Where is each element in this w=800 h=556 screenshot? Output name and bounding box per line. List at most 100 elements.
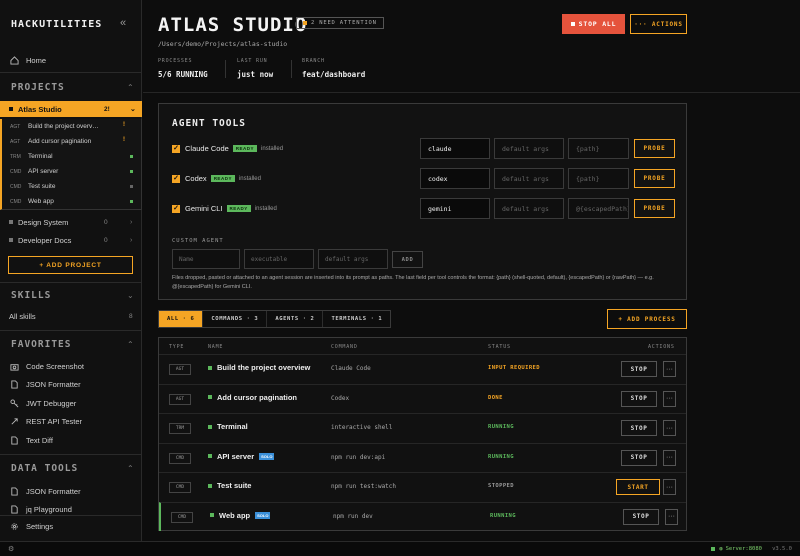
stop-button[interactable]: STOP [621,390,657,407]
projects-heading: PROJECTS [11,82,65,93]
document-icon [9,504,19,514]
start-button[interactable]: START [616,479,660,495]
more-options-button[interactable]: ··· [665,508,678,525]
sidebar-item-label: All skills [9,311,36,321]
chevron-up-icon[interactable]: ⌃ [127,464,134,473]
actions-button[interactable]: ··· ACTIONS [630,14,687,34]
process-name-label: Add cursor pagination [217,392,298,402]
checkbox-codex[interactable]: ✓ [172,175,180,183]
sidebar-item-home[interactable]: Home [0,52,142,68]
table-row[interactable]: AGT Add cursor pagination Codex DONE STOP ··· [159,383,686,413]
command-field[interactable]: codex [420,168,490,189]
args-field[interactable]: default args [494,168,564,189]
checkbox-claude-code[interactable]: ✓ [172,145,180,153]
more-options-button[interactable]: ··· [663,420,676,436]
sidebar: HACKUTILITIES « Home PROJECTS ⌃ Atlas St… [0,0,142,541]
table-row[interactable]: AGT Build the project overview Claude Code… [159,354,686,383]
path-format-field[interactable]: {path} [568,168,629,189]
add-process-button[interactable]: + ADD PROCESS [607,309,687,329]
sidebar-item-label: Home [26,55,47,65]
sidebar-item-text-diff[interactable]: Text Diff [0,432,142,448]
process-command: npm run test:watch [331,483,397,490]
table-row[interactable]: TRM Terminal interactive shell RUNNING STOP ·… [159,413,686,442]
sidebar-item-code-screenshot[interactable]: Code Screenshot [0,358,142,374]
chevron-right-icon[interactable]: › [130,237,132,244]
stop-button[interactable]: STOP [621,449,657,466]
tab-agents[interactable]: AGENTS · 2 [267,311,324,327]
probe-button[interactable]: PROBE [634,139,675,158]
more-options-button[interactable]: ··· [663,479,676,495]
custom-agent-heading: CUSTOM AGENT [172,238,224,244]
stop-all-button[interactable]: STOP ALL [562,14,625,34]
custom-name-field[interactable]: Name [172,249,240,269]
stop-button[interactable]: STOP [621,361,657,377]
meta-label: BRANCH [302,58,325,64]
stop-button[interactable]: STOP [621,420,657,436]
more-options-button[interactable]: ··· [663,449,676,466]
command-field[interactable]: claude [420,138,490,159]
process-name: API server SOLO [208,452,275,461]
path-format-field[interactable]: @{escapedPath} [568,198,629,219]
sidebar-item-all-skills[interactable]: All skills 8 [0,308,142,324]
add-custom-agent-button[interactable]: ADD [392,251,423,268]
table-row[interactable]: CMD Web app SOLO npm run dev RUNNING STOP ··· [159,501,686,531]
divider [291,60,292,78]
settings-icon[interactable]: ⚙ [8,545,14,553]
process-item[interactable]: TRM Terminal [2,149,144,164]
tab-commands[interactable]: COMMANDS · 3 [203,311,268,327]
collapse-sidebar-icon[interactable]: « [120,17,126,29]
more-options-button[interactable]: ··· [663,361,676,377]
chevron-up-icon[interactable]: ⌃ [127,83,134,92]
page-title: ATLAS STUDIO [158,14,308,36]
project-atlas-studio[interactable]: Atlas Studio 2! ⌄ [0,101,142,117]
path-format-field[interactable]: {path} [568,138,629,159]
process-item[interactable]: CMD Test suite [2,179,144,194]
process-item[interactable]: CMD Web app [2,194,144,209]
sidebar-item-json-formatter[interactable]: JSON Formatter [0,376,142,392]
checkbox-gemini-cli[interactable]: ✓ [172,205,180,213]
stop-button[interactable]: STOP [623,508,659,525]
attention-badge: 2 NEED ATTENTION [296,17,384,29]
args-field[interactable]: default args [494,198,564,219]
ready-badge: READY [232,145,258,152]
process-item[interactable]: CMD API server [2,164,144,179]
project-process-list: AGT Build the project overv…! AGT Add curs… [0,119,142,210]
meta-value: just now [237,70,274,79]
table-row[interactable]: CMD Test suite npm run test:watch STOPPED ST… [159,472,686,501]
sidebar-item-settings[interactable]: Settings [0,518,142,534]
sidebar-item-rest-api-tester[interactable]: REST API Tester [0,413,142,429]
column-header-status: STATUS [488,344,511,350]
tab-terminals[interactable]: TERMINALS · 1 [323,311,390,327]
process-type: TRM [10,153,21,160]
more-options-button[interactable]: ··· [663,390,676,407]
chevron-up-icon[interactable]: ⌃ [127,340,134,349]
sidebar-item-label: JSON Formatter [26,379,81,389]
process-item[interactable]: AGT Add cursor pagination! [2,134,144,149]
version-label: v3.5.0 [772,546,792,552]
args-field[interactable]: default args [494,138,564,159]
process-item[interactable]: AGT Build the project overv…! [2,119,144,134]
sidebar-item-jwt-debugger[interactable]: JWT Debugger [0,395,142,411]
install-status: installed [238,175,261,182]
agent-tool-row: ✓ Codex READY installed codex default args… [159,168,688,190]
project-developer-docs[interactable]: Developer Docs 0 › [0,232,142,248]
tab-all[interactable]: ALL · 6 [159,311,204,327]
process-type-badge: CMD [169,452,191,464]
sidebar-item-label: REST API Tester [26,416,82,426]
command-field[interactable]: gemini [420,198,490,219]
probe-button[interactable]: PROBE [634,169,675,188]
sidebar-item-json-formatter-2[interactable]: JSON Formatter [0,483,142,499]
home-icon [9,55,19,65]
table-row[interactable]: CMD API server SOLO npm run dev:api RUNNING S… [159,442,686,472]
probe-button[interactable]: PROBE [634,199,675,218]
status-dot-icon [208,424,212,429]
status-dot-icon [208,483,212,488]
add-project-button[interactable]: + ADD PROJECT [8,256,133,274]
chevron-right-icon[interactable]: › [130,219,132,226]
custom-executable-field[interactable]: executable [244,249,314,269]
chevron-down-icon[interactable]: ⌄ [127,291,134,300]
custom-args-field[interactable]: default args [318,249,388,269]
project-design-system[interactable]: Design System 0 › [0,214,142,230]
chevron-down-icon[interactable]: ⌄ [130,105,136,113]
status-bar: ⚙ ◍ Server:8080 v3.5.0 [0,541,800,556]
